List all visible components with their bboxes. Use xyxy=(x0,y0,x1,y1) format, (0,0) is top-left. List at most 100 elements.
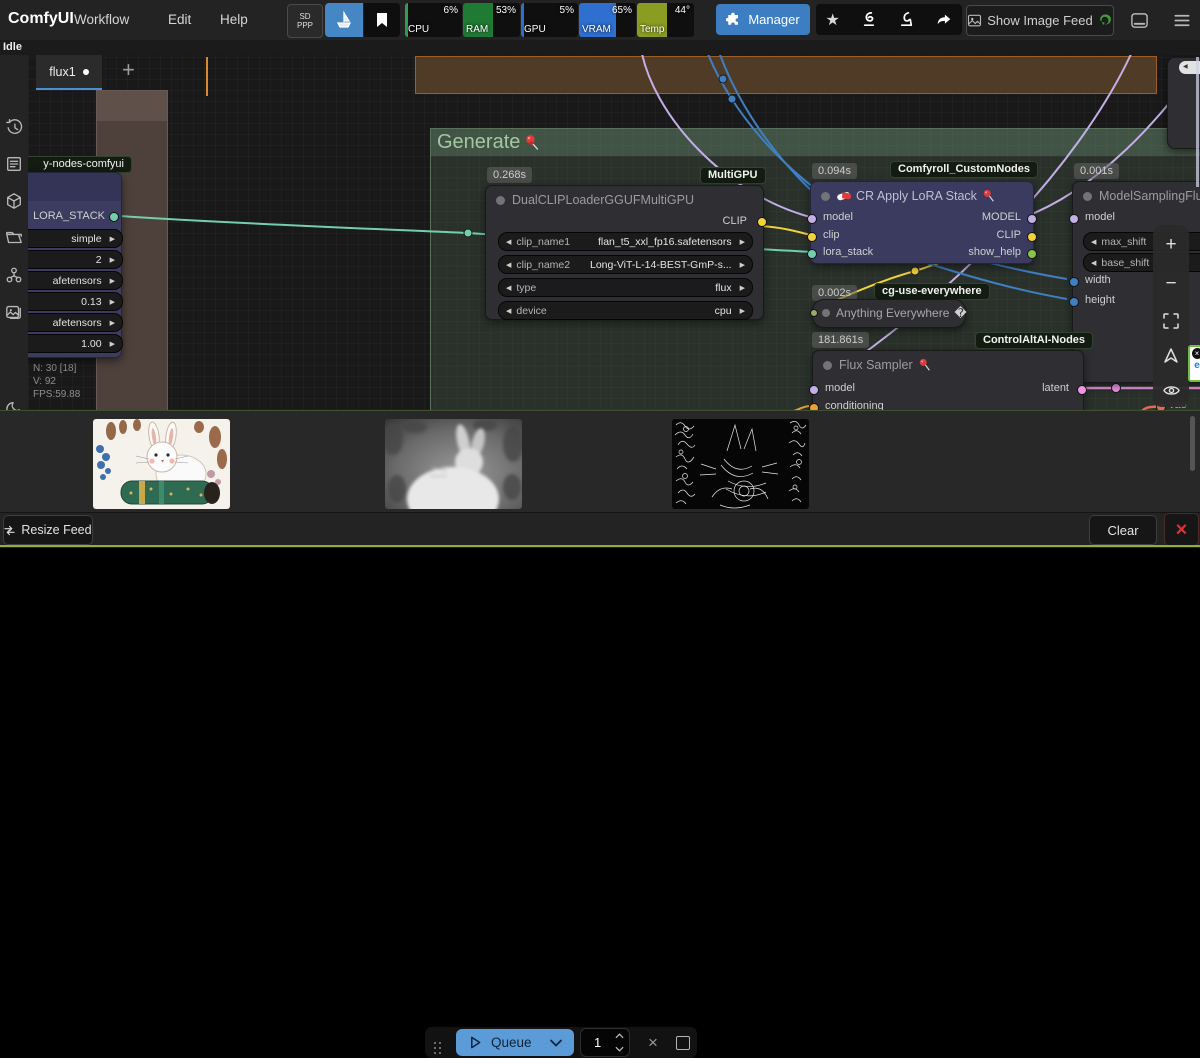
clip-output-port[interactable] xyxy=(1027,232,1037,242)
queue-history-icon[interactable] xyxy=(5,117,23,135)
zoom-out-icon[interactable]: − xyxy=(1165,274,1176,293)
anything-everywhere-node[interactable]: Anything Everywhere � xyxy=(812,299,966,328)
star-icon[interactable]: ★ xyxy=(825,10,839,30)
queue-button[interactable]: Queue xyxy=(456,1029,574,1056)
arrow-left-icon[interactable]: ◀ xyxy=(1091,259,1096,267)
model-input-port[interactable] xyxy=(809,385,819,395)
clear-feed-button[interactable]: Clear xyxy=(1089,515,1157,545)
step-down-icon[interactable] xyxy=(615,1046,624,1052)
arrow-right-icon[interactable]: ▶ xyxy=(740,307,745,315)
workflow-tab-flux1[interactable]: flux1 xyxy=(36,55,102,90)
zoom-in-icon[interactable]: + xyxy=(1165,235,1176,254)
hamburger-menu-icon[interactable] xyxy=(1172,11,1192,30)
node-library-icon[interactable] xyxy=(5,155,23,173)
puzzle-icon xyxy=(726,12,741,27)
width-input-port[interactable] xyxy=(1069,277,1079,287)
workflows-folder-icon[interactable] xyxy=(5,229,23,247)
extension-badges[interactable]: × e xyxy=(1188,345,1200,382)
lora-widget-5[interactable]: 1.00▶ xyxy=(28,334,123,353)
model-input-port[interactable] xyxy=(807,214,817,224)
arrow-right-icon[interactable]: ▶ xyxy=(110,298,115,306)
lora-stack-output-port[interactable] xyxy=(109,212,119,222)
dualclip-widget-clipname1[interactable]: ◀ clip_name1 flan_t5_xxl_fp16.safetensor… xyxy=(498,232,753,251)
arrow-right-icon[interactable]: ▶ xyxy=(110,256,115,264)
gallery-icon[interactable] xyxy=(5,303,23,321)
close-badge-icon[interactable]: × xyxy=(1192,348,1200,359)
step-up-icon[interactable] xyxy=(615,1033,624,1039)
conditioning-input-port[interactable] xyxy=(809,403,819,410)
height-input-port[interactable] xyxy=(1069,297,1079,307)
lora-stack-node[interactable]: LORA_STACK simple▶ 2▶ afetensors▶ 0.13▶ … xyxy=(28,172,122,358)
menu-help[interactable]: Help xyxy=(220,12,248,27)
cr-apply-lora-node[interactable]: CR Apply LoRA Stack model clip lora_stac… xyxy=(810,181,1034,264)
collapse-dot[interactable] xyxy=(1083,192,1092,201)
lora-widget-1[interactable]: 2▶ xyxy=(28,250,123,269)
arrow-right-icon[interactable]: ▶ xyxy=(110,235,115,243)
dualclip-widget-type[interactable]: ◀ type flux ▶ xyxy=(498,278,753,297)
model-output-port[interactable] xyxy=(1027,214,1037,224)
new-tab-button[interactable]: + xyxy=(122,57,135,83)
flux-sampler-node[interactable]: Flux Sampler model conditioning latent xyxy=(812,350,1084,410)
ae-input-port[interactable] xyxy=(810,309,818,317)
cancel-run-icon[interactable]: × xyxy=(648,1034,658,1051)
resize-feed-button[interactable]: Resize Feed xyxy=(3,515,93,545)
drag-handle[interactable] xyxy=(434,1042,436,1044)
lora-node-header[interactable] xyxy=(28,173,121,201)
lora-widget-4[interactable]: afetensors▶ xyxy=(28,313,123,332)
feed-image-lineart-rabbit[interactable] xyxy=(672,419,809,509)
bottom-panel-toggle-icon[interactable] xyxy=(1130,11,1149,30)
model-input-port[interactable] xyxy=(1069,214,1079,224)
input-label-lora-stack: lora_stack xyxy=(823,246,873,258)
arrow-left-icon[interactable]: ◀ xyxy=(506,284,511,292)
arrow-right-icon[interactable]: ▶ xyxy=(740,238,745,246)
clip-output-port[interactable] xyxy=(757,217,767,227)
collapse-dot[interactable] xyxy=(821,192,830,201)
dualclip-widget-device[interactable]: ◀ device cpu ▶ xyxy=(498,301,753,320)
arrow-right-icon[interactable]: ▶ xyxy=(740,261,745,269)
tool-icon-1[interactable] xyxy=(859,10,878,29)
show-image-feed-button[interactable]: Show Image Feed xyxy=(966,5,1114,36)
lora-widget-3[interactable]: 0.13▶ xyxy=(28,292,123,311)
feed-image-depth-rabbit[interactable] xyxy=(385,419,522,509)
node-canvas[interactable]: Generate T: 6 N: 30 [18] V: 92 FPS:59.88 xyxy=(28,55,1200,410)
arrow-left-icon[interactable]: ◀ xyxy=(1091,238,1096,246)
show-help-output-port[interactable] xyxy=(1027,249,1037,259)
collapse-dot[interactable] xyxy=(496,196,505,205)
share-arrow-icon[interactable] xyxy=(935,11,953,29)
select-cursor-icon[interactable] xyxy=(1163,348,1179,364)
lora-widget-2[interactable]: afetensors▶ xyxy=(28,271,123,290)
dualclip-node[interactable]: DualCLIPLoaderGGUFMultiGPU CLIP ◀ clip_n… xyxy=(485,185,764,320)
arrow-left-icon[interactable]: ◀ xyxy=(506,261,511,269)
close-feed-button[interactable]: × xyxy=(1164,513,1199,546)
lora-stack-input-port[interactable] xyxy=(807,249,817,259)
bookmark-button[interactable] xyxy=(364,3,400,37)
sdppp-button[interactable]: SD PPP xyxy=(287,4,323,38)
manager-button[interactable]: Manager xyxy=(716,4,810,35)
arrow-right-icon[interactable]: ▶ xyxy=(110,319,115,327)
feed-image-color-rabbit[interactable] xyxy=(93,419,230,509)
lora-widget-0[interactable]: simple▶ xyxy=(28,229,123,248)
menu-workflow[interactable]: Workflow xyxy=(74,12,129,27)
arrow-right-icon[interactable]: ▶ xyxy=(110,340,115,348)
collapse-dot[interactable] xyxy=(823,361,832,370)
collapse-dot[interactable] xyxy=(822,309,830,317)
batch-count-stepper[interactable]: 1 xyxy=(580,1028,630,1057)
tool-icon-2[interactable] xyxy=(897,10,916,29)
toggle-links-eye-icon[interactable] xyxy=(1163,384,1180,397)
mixlab-button[interactable] xyxy=(325,3,363,37)
arrow-left-icon[interactable]: ◀ xyxy=(506,238,511,246)
clip-input-port[interactable] xyxy=(807,232,817,242)
menu-edit[interactable]: Edit xyxy=(168,12,191,27)
latent-output-port[interactable] xyxy=(1077,385,1087,395)
feed-scrollbar[interactable] xyxy=(1190,416,1195,471)
chevron-down-icon[interactable] xyxy=(550,1039,562,1047)
e-badge-icon[interactable]: e xyxy=(1190,360,1200,371)
node-map-icon[interactable] xyxy=(5,266,23,284)
arrow-right-icon[interactable]: ▶ xyxy=(740,284,745,292)
arrow-left-icon[interactable]: ◀ xyxy=(506,307,511,315)
dualclip-widget-clipname2[interactable]: ◀ clip_name2 Long-ViT-L-14-BEST-GmP-s...… xyxy=(498,255,753,274)
model-library-icon[interactable] xyxy=(5,192,23,210)
arrow-right-icon[interactable]: ▶ xyxy=(110,277,115,285)
fit-view-icon[interactable] xyxy=(1163,313,1179,329)
stop-icon[interactable] xyxy=(676,1036,690,1050)
